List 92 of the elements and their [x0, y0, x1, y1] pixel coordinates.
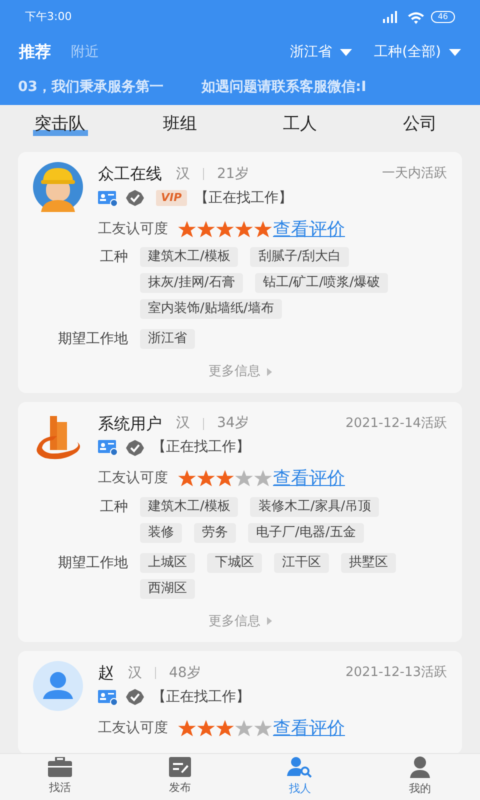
tag: 浙江省 [140, 329, 195, 349]
id-card-icon [98, 690, 118, 704]
star-icon [216, 220, 234, 238]
id-card-icon [98, 190, 118, 206]
star-icon [216, 470, 234, 487]
filter-dropdown[interactable]: 工种(全部) [374, 42, 461, 62]
more-info-button[interactable]: 更多信息 [208, 612, 272, 631]
rating-label: 工友认可度 [98, 469, 168, 488]
job-status: 【正在找工作】 [152, 438, 250, 457]
active-time: 2021-12-14活跃 [345, 414, 447, 433]
star-icon [197, 720, 215, 736]
rating-label: 工友认可度 [98, 220, 168, 238]
worker-name: 众工在线 [98, 163, 162, 185]
star-icon [197, 220, 215, 238]
tag: 建筑木工/模板 [140, 247, 238, 267]
vip-badge: VIP [156, 190, 187, 206]
verified-badge-icon [126, 190, 144, 206]
tag: 下城区 [207, 552, 262, 572]
nav-tab[interactable]: 找人 [240, 754, 360, 800]
star-icon [254, 470, 272, 487]
nav-tab[interactable]: 我的 [360, 754, 480, 800]
tag: 劳务 [194, 522, 236, 542]
active-time: 一天内活跃 [382, 165, 447, 184]
review-link[interactable]: 查看评价 [273, 465, 345, 492]
caret-icon [266, 368, 272, 376]
ethnicity-text: 汉 [128, 664, 142, 682]
review-link[interactable]: 查看评价 [273, 216, 345, 242]
edit-icon [169, 757, 191, 778]
caret-icon [449, 48, 461, 56]
age-text: 48岁 [169, 664, 201, 682]
field-label: 工种 [99, 248, 128, 267]
tag: 装修木工/家具/吊顶 [250, 496, 380, 516]
briefcase-icon [48, 757, 72, 778]
field-label: 期望工作地 [57, 330, 128, 349]
notice-text: 03，我们秉承服务第一 [18, 78, 164, 97]
star-icon [178, 720, 196, 736]
review-link[interactable]: 查看评价 [273, 714, 345, 742]
tag: 刮腻子/刮大白 [250, 247, 349, 267]
person-avatar [33, 661, 83, 711]
filter-dropdown[interactable]: 浙江省 [290, 42, 352, 62]
star-icon [235, 470, 253, 487]
tag: 上城区 [140, 552, 195, 572]
tag: 电子厂/电器/五金 [248, 522, 364, 542]
category-tab[interactable]: 工人 [281, 112, 319, 138]
header-tab[interactable]: 推荐 [19, 40, 51, 64]
header-tab[interactable]: 附近 [71, 42, 99, 62]
age-text: 34岁 [217, 414, 249, 433]
nav-tab[interactable]: 找活 [0, 754, 120, 800]
status-time: 下午3:00 [25, 8, 72, 25]
rating-label: 工友认可度 [98, 718, 168, 738]
worker-avatar [33, 162, 83, 212]
tag: 抹灰/挂网/石膏 [140, 273, 243, 293]
star-icon [178, 470, 196, 487]
active-time: 2021-12-13活跃 [345, 664, 447, 682]
caret-icon [266, 617, 272, 626]
id-card-icon [98, 440, 118, 455]
tag: 建筑木工/模板 [140, 496, 238, 516]
field-label: 期望工作地 [57, 554, 128, 572]
tag: 拱墅区 [341, 552, 396, 572]
tag: 室内装饰/贴墙纸/墙布 [140, 299, 282, 319]
worker-name: 赵 [98, 662, 114, 684]
star-icon [254, 720, 272, 736]
star-icon [254, 220, 272, 238]
person-search-icon [287, 756, 313, 778]
worker-name: 系统用户 [98, 412, 162, 434]
star-icon [216, 720, 234, 736]
ethnicity-text: 汉 [176, 164, 190, 184]
battery-indicator: 46 [430, 11, 455, 23]
job-status: 【正在找工作】 [194, 188, 293, 208]
star-icon [178, 220, 196, 238]
nav-tab[interactable]: 发布 [120, 754, 240, 800]
category-tab[interactable]: 公司 [401, 112, 439, 138]
person-icon [409, 756, 431, 778]
caret-icon [340, 48, 352, 56]
tag: 西湖区 [140, 578, 195, 598]
wifi-icon [406, 10, 425, 24]
field-label: 工种 [99, 498, 128, 516]
more-info-button[interactable]: 更多信息 [208, 362, 272, 382]
tag: 江干区 [274, 552, 329, 572]
category-tab[interactable]: 突击队 [32, 112, 88, 138]
tag: 钻工/矿工/喷浆/爆破 [254, 273, 388, 293]
job-status: 【正在找工作】 [152, 688, 250, 706]
category-tab[interactable]: 班组 [161, 112, 199, 138]
star-icon [235, 220, 253, 238]
notice-text: 如遇问题请联系客服微信:I [201, 78, 366, 97]
ethnicity-text: 汉 [176, 414, 190, 433]
age-text: 21岁 [217, 164, 249, 184]
verified-badge-icon [126, 440, 144, 456]
tag: 装修 [140, 522, 182, 542]
verified-badge-icon [126, 689, 144, 705]
star-icon [235, 720, 253, 736]
star-icon [197, 470, 215, 487]
